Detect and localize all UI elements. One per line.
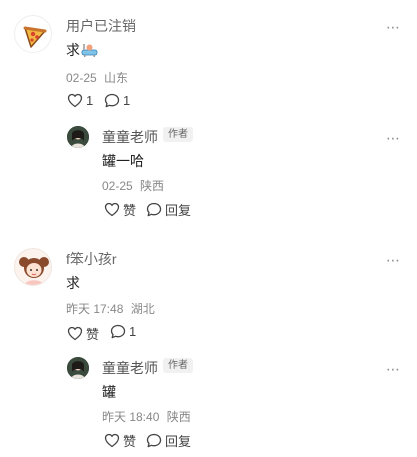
- comment-text: 求: [66, 275, 80, 291]
- heart-icon: [67, 93, 83, 108]
- girl-avatar-icon: [19, 257, 49, 285]
- comment-icon: [104, 93, 120, 108]
- more-icon[interactable]: ⋯: [386, 362, 401, 376]
- reply-meta: 昨天 18:40 陕西: [102, 408, 191, 425]
- comment-date: 02-25: [66, 71, 97, 85]
- reply-label: 回复: [165, 434, 192, 449]
- reply-button[interactable]: 回复: [146, 431, 191, 450]
- avatar[interactable]: [67, 126, 89, 148]
- username[interactable]: f笨小孩r: [66, 249, 117, 269]
- reply-count: 1: [129, 324, 137, 339]
- reply-location: 陕西: [166, 410, 191, 424]
- reply-username[interactable]: 童童老师: [102, 358, 158, 378]
- avatar[interactable]: [67, 357, 89, 379]
- reply-date: 02-25: [102, 179, 133, 193]
- like-label: 赞: [123, 203, 137, 218]
- reply-count: 1: [123, 93, 131, 108]
- like-count: 1: [86, 93, 94, 108]
- avatar[interactable]: [14, 15, 52, 53]
- author-badge: 作者: [163, 127, 193, 142]
- like-button[interactable]: 赞: [67, 324, 99, 343]
- comment-text: 求: [66, 40, 98, 60]
- pizza-icon: [23, 26, 47, 48]
- avatar[interactable]: [14, 248, 52, 286]
- comment-icon: [110, 324, 126, 339]
- comment-location: 湖北: [130, 302, 155, 316]
- reply-meta: 02-25 陕西: [102, 177, 164, 194]
- bathtub-icon: [81, 44, 98, 57]
- like-button[interactable]: 赞: [104, 431, 136, 450]
- comment-text-body: 求: [66, 42, 80, 58]
- comment-meta: 02-25 山东: [66, 69, 128, 86]
- reply-location: 陕西: [140, 179, 165, 193]
- reply-date: 昨天 18:40: [102, 410, 160, 424]
- teacher-avatar-icon: [67, 126, 89, 148]
- heart-icon: [104, 202, 120, 217]
- reply-label: 回复: [165, 203, 192, 218]
- reply-username[interactable]: 童童老师: [102, 127, 158, 147]
- heart-icon: [67, 326, 83, 341]
- reply-text: 罐: [102, 384, 116, 400]
- like-label: 赞: [86, 327, 100, 342]
- more-icon[interactable]: ⋯: [386, 253, 401, 267]
- comment-date: 昨天 17:48: [66, 302, 124, 316]
- more-icon[interactable]: ⋯: [386, 20, 401, 34]
- reply-button[interactable]: 回复: [146, 200, 191, 219]
- reply-count-button[interactable]: 1: [104, 93, 130, 108]
- teacher-avatar-icon: [67, 357, 89, 379]
- like-button[interactable]: 1: [67, 93, 93, 108]
- like-button[interactable]: 赞: [104, 200, 136, 219]
- reply-count-button[interactable]: 1: [110, 324, 136, 339]
- heart-icon: [104, 433, 120, 448]
- more-icon[interactable]: ⋯: [386, 131, 401, 145]
- reply-text: 罐一哈: [102, 153, 144, 169]
- comment-icon: [146, 433, 162, 448]
- comment-meta: 昨天 17:48 湖北: [66, 300, 155, 317]
- comment-location: 山东: [104, 71, 129, 85]
- username[interactable]: 用户已注销: [66, 16, 136, 36]
- comment-icon: [146, 202, 162, 217]
- author-badge: 作者: [163, 358, 193, 373]
- like-label: 赞: [123, 434, 137, 449]
